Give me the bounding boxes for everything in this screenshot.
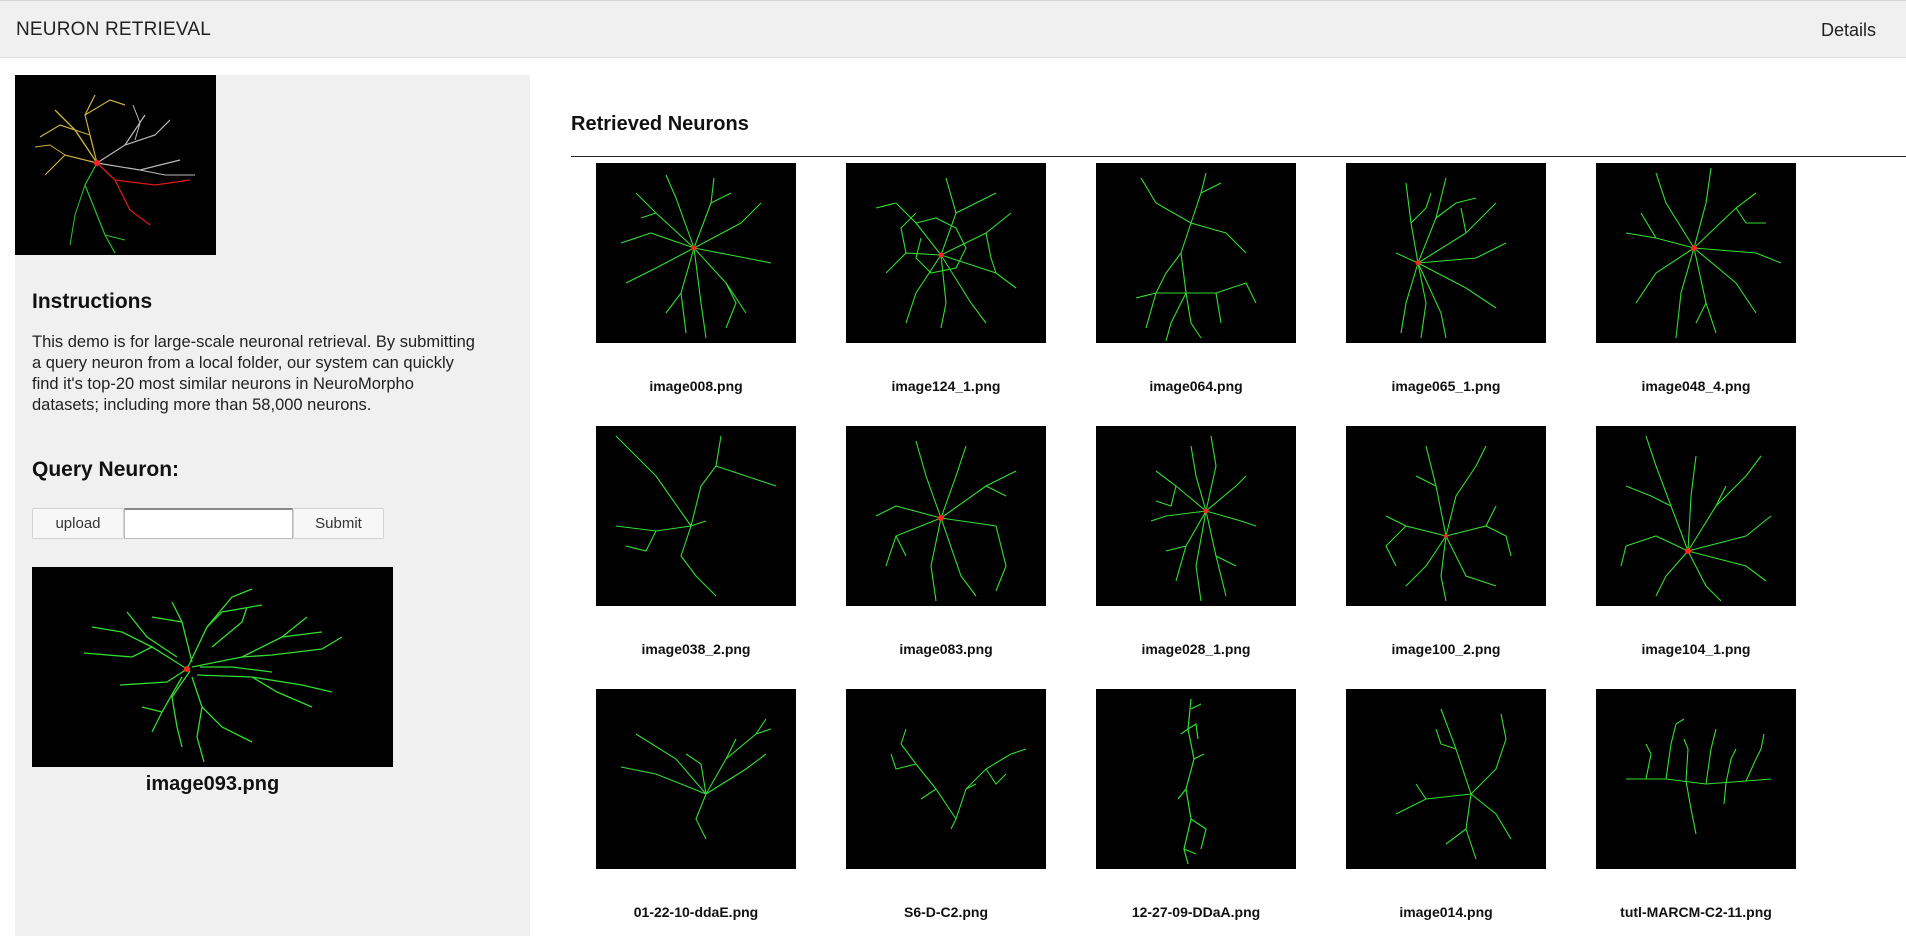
query-image-name: image093.png — [145, 773, 280, 795]
result-filename: image038_2.png — [641, 641, 751, 657]
submit-button[interactable]: Submit — [293, 508, 384, 539]
result-card[interactable]: image048_4.png — [1596, 163, 1796, 426]
neuron-image[interactable] — [1346, 689, 1546, 869]
query-neuron-image — [32, 567, 393, 767]
result-card[interactable]: image014.png — [1346, 689, 1546, 952]
result-filename: image028_1.png — [1141, 641, 1251, 657]
result-card[interactable]: image083.png — [846, 426, 1046, 689]
neuron-image[interactable] — [1096, 689, 1296, 869]
neuron-image[interactable] — [596, 689, 796, 869]
neuron-image[interactable] — [1596, 689, 1796, 869]
details-link[interactable]: Details — [1821, 20, 1876, 41]
brand-title[interactable]: NEURON RETRIEVAL — [16, 19, 211, 41]
result-filename: 01-22-10-ddaE.png — [633, 904, 759, 920]
result-card[interactable]: image038_2.png — [596, 426, 796, 689]
sidebar-panel: Instructions This demo is for large-scal… — [15, 75, 530, 936]
result-card[interactable]: image064.png — [1096, 163, 1296, 426]
result-card[interactable]: image104_1.png — [1596, 426, 1796, 689]
upload-button[interactable]: upload — [32, 508, 124, 539]
result-filename: image008.png — [649, 378, 743, 394]
query-upload-form: upload Submit — [32, 508, 384, 539]
result-filename: image100_2.png — [1391, 641, 1501, 657]
neuron-image[interactable] — [596, 426, 796, 606]
file-path-input[interactable] — [124, 508, 293, 539]
neuron-image[interactable] — [1096, 163, 1296, 343]
result-filename: image104_1.png — [1641, 641, 1751, 657]
neuron-image[interactable] — [1096, 426, 1296, 606]
query-neuron-heading: Query Neuron: — [32, 458, 180, 481]
neuron-image[interactable] — [596, 163, 796, 343]
neuron-image[interactable] — [846, 426, 1046, 606]
top-navbar: NEURON RETRIEVAL Details — [0, 0, 1906, 58]
result-card[interactable]: 12-27-09-DDaA.png — [1096, 689, 1296, 952]
neuron-image[interactable] — [1346, 163, 1546, 343]
result-card[interactable]: image008.png — [596, 163, 796, 426]
results-divider — [571, 156, 1906, 157]
neuron-image[interactable] — [846, 689, 1046, 869]
result-card[interactable]: S6-D-C2.png — [846, 689, 1046, 952]
neuron-image[interactable] — [1596, 426, 1796, 606]
neuron-image[interactable] — [846, 163, 1046, 343]
result-filename: tutl-MARCM-C2-11.png — [1620, 904, 1772, 920]
result-card[interactable]: image065_1.png — [1346, 163, 1546, 426]
result-card[interactable]: image124_1.png — [846, 163, 1046, 426]
result-filename: image083.png — [899, 641, 993, 657]
instructions-text: This demo is for large-scale neuronal re… — [32, 333, 475, 414]
result-filename: image065_1.png — [1391, 378, 1501, 394]
result-filename: image064.png — [1149, 378, 1243, 394]
neuron-image[interactable] — [1596, 163, 1796, 343]
neuron-image[interactable] — [1346, 426, 1546, 606]
retrieved-neurons-heading: Retrieved Neurons — [571, 113, 749, 135]
result-filename: image124_1.png — [891, 378, 1001, 394]
result-filename: image014.png — [1399, 904, 1493, 920]
instructions-heading: Instructions — [32, 290, 153, 313]
results-grid: image008.png image124_1.png image064.png… — [596, 163, 1796, 952]
result-card[interactable]: image028_1.png — [1096, 426, 1296, 689]
result-filename: S6-D-C2.png — [904, 904, 988, 920]
result-card[interactable]: tutl-MARCM-C2-11.png — [1596, 689, 1796, 952]
result-filename: image048_4.png — [1641, 378, 1751, 394]
query-thumbnail — [15, 75, 216, 255]
result-card[interactable]: image100_2.png — [1346, 426, 1546, 689]
result-filename: 12-27-09-DDaA.png — [1131, 904, 1261, 920]
result-card[interactable]: 01-22-10-ddaE.png — [596, 689, 796, 952]
